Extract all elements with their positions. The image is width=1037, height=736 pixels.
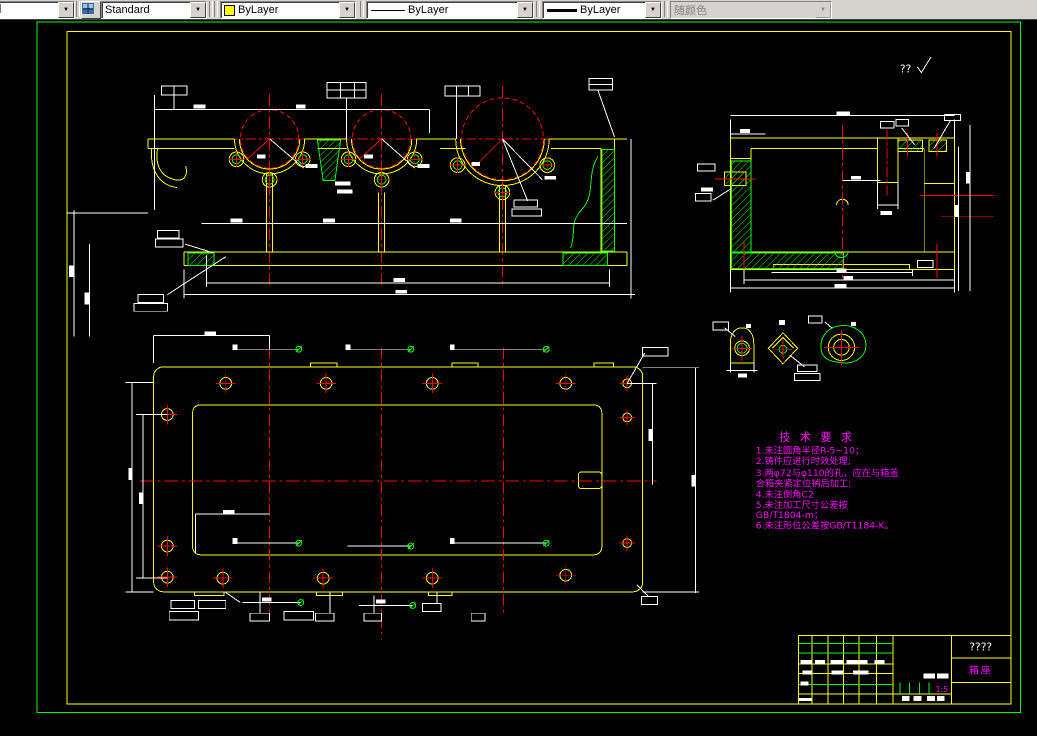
plan-view-dim-text xyxy=(128,331,696,604)
toolbar-separator xyxy=(209,1,213,17)
lineweight-combo[interactable]: ByLayer ▼ xyxy=(542,1,662,19)
toolbar-separator xyxy=(664,1,668,17)
title-block-placeholder: ???? xyxy=(969,640,992,653)
detail-views xyxy=(712,315,867,381)
color-swatch xyxy=(224,4,235,16)
color-arrow[interactable]: ▼ xyxy=(339,2,355,18)
layer-combo[interactable]: ▼ xyxy=(0,1,75,19)
plot-style-arrow: ▼ xyxy=(815,2,831,18)
text-style-value: Standard xyxy=(105,4,150,16)
drawing-canvas[interactable]: ?? 技 术 要 求 1.未注圆角半径R-5~10； 2.铸件应进行时效处理; … xyxy=(0,19,1037,736)
lineweight-glyph xyxy=(547,8,577,12)
title-block: ???? 箱座 1:5 xyxy=(798,635,1012,705)
plan-view-dimensions xyxy=(125,335,700,622)
side-view xyxy=(694,111,994,293)
tech-req-line: 1.未注圆角半径R-5~10； xyxy=(756,444,864,456)
text-style-icon xyxy=(82,3,94,14)
layer-state-icons xyxy=(0,4,58,16)
color-combo[interactable]: ByLayer ▼ xyxy=(220,1,356,19)
plot-style-value: 随颜色 xyxy=(674,5,707,17)
toolbar: ▼ Standard ▼ ByLayer ▼ ByLayer ▼ ByLayer… xyxy=(0,0,1037,20)
layer-combo-arrow[interactable]: ▼ xyxy=(58,2,74,18)
tech-req-line: 4.未注倒角C2 xyxy=(756,488,814,500)
lineweight-arrow[interactable]: ▼ xyxy=(645,2,661,18)
tech-req-line: 3.两φ72与φ110的孔，应在与箱盖 xyxy=(756,467,899,479)
plan-view xyxy=(125,331,700,640)
roughness-text: ?? xyxy=(900,63,911,76)
title-block-entries xyxy=(798,660,949,701)
detail-b xyxy=(767,320,821,381)
tech-req-line: GB/T1804-m； xyxy=(756,510,823,521)
tech-req-line: 6.未注形位公差按GB/T1184-K。 xyxy=(756,519,894,531)
plot-style-combo: 随颜色 ▼ xyxy=(670,1,832,19)
tech-req-line: 2.铸件应进行时效处理; xyxy=(756,455,851,467)
linetype-value: ByLayer xyxy=(408,4,449,16)
linetype-combo[interactable]: ByLayer ▼ xyxy=(366,1,534,19)
lineweight-value: ByLayer xyxy=(580,4,621,16)
detail-a xyxy=(712,321,758,378)
part-name: 箱座 xyxy=(969,664,992,677)
surface-roughness-note: ?? xyxy=(900,56,932,76)
linetype-arrow[interactable]: ▼ xyxy=(517,2,533,18)
front-view xyxy=(66,77,635,337)
linetype-glyph xyxy=(371,9,405,11)
tech-requirements: 技 术 要 求 1.未注圆角半径R-5~10； 2.铸件应进行时效处理; 3.两… xyxy=(756,431,899,532)
front-view-dimensions xyxy=(66,77,635,337)
toolbar-separator xyxy=(214,1,218,17)
toolbar-separator xyxy=(360,1,364,17)
text-style-button[interactable] xyxy=(81,1,101,19)
layer-lock-icon xyxy=(0,4,2,13)
drawing-scale: 1:5 xyxy=(936,685,949,694)
text-style-arrow[interactable]: ▼ xyxy=(190,2,206,18)
toolbar-separator xyxy=(536,1,540,17)
roughness-check-icon xyxy=(917,56,932,74)
color-value: ByLayer xyxy=(238,4,279,16)
text-style-combo[interactable]: Standard ▼ xyxy=(101,1,207,19)
toolbar-separator xyxy=(76,1,80,17)
cad-window: ▼ Standard ▼ ByLayer ▼ ByLayer ▼ ByLayer… xyxy=(0,0,1037,736)
front-view-dim-text xyxy=(68,104,557,305)
tech-req-title: 技 术 要 求 xyxy=(779,431,855,444)
tech-req-line: 合箱夹紧定位销后加工; xyxy=(756,478,852,490)
detail-c xyxy=(807,315,867,365)
